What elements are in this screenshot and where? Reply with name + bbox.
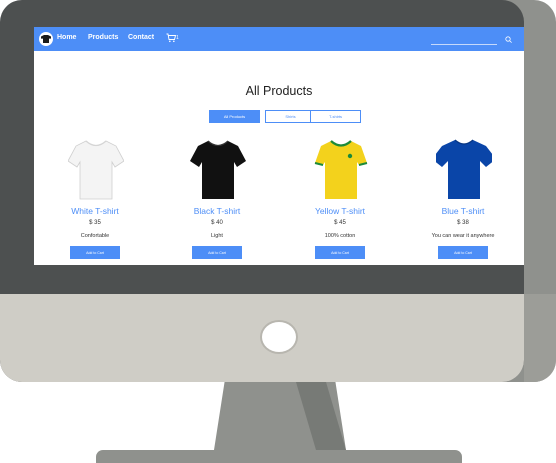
product-card: Black T-shirt $ 40 Light Add to Cart <box>162 135 272 263</box>
power-button <box>262 322 296 352</box>
navbar: Home Products Contact 1 <box>34 27 524 51</box>
cart-count-badge: 1 <box>176 35 179 41</box>
product-card: Blue T-shirt $ 38 You can wear it anywhe… <box>408 135 518 263</box>
product-card: White T-shirt $ 35 Confortable Add to Ca… <box>40 135 150 263</box>
product-name[interactable]: Blue T-shirt <box>408 206 518 216</box>
add-to-cart-button[interactable]: Add to Cart <box>70 246 120 259</box>
product-price: $ 35 <box>89 220 101 226</box>
search-underline <box>431 44 497 45</box>
product-description: You can wear it anywhere <box>431 233 495 239</box>
nav-link-contact[interactable]: Contact <box>128 34 154 41</box>
product-description: Light <box>211 233 223 239</box>
add-to-cart-button[interactable]: Add to Cart <box>438 246 488 259</box>
product-name[interactable]: Yellow T-shirt <box>285 206 395 216</box>
nav-link-products[interactable]: Products <box>88 34 118 41</box>
cart-icon[interactable] <box>166 33 176 43</box>
screen: Home Products Contact 1 All Products All… <box>34 27 524 265</box>
tshirt-logo-icon[interactable] <box>39 32 53 46</box>
monitor-stand-base <box>96 450 462 463</box>
blue-tshirt-image[interactable] <box>436 137 492 201</box>
filter-shirts-button[interactable]: Shirts <box>265 110 316 123</box>
product-price: $ 45 <box>334 220 346 226</box>
add-to-cart-button[interactable]: Add to Cart <box>315 246 365 259</box>
nav-link-home[interactable]: Home <box>57 34 76 41</box>
add-to-cart-button[interactable]: Add to Cart <box>192 246 242 259</box>
product-name[interactable]: White T-shirt <box>40 206 150 216</box>
product-name[interactable]: Black T-shirt <box>162 206 272 216</box>
page-title: All Products <box>245 84 313 98</box>
monitor-chin-shadow <box>524 294 556 382</box>
white-tshirt-image[interactable] <box>68 137 124 201</box>
product-price: $ 40 <box>211 220 223 226</box>
filter-tshirts-button[interactable]: T-shirts <box>310 110 361 123</box>
product-description: Confortable <box>80 233 110 239</box>
product-card: Yellow T-shirt $ 45 100% cotton Add to C… <box>285 135 395 263</box>
product-price: $ 38 <box>457 220 469 226</box>
black-tshirt-image[interactable] <box>190 137 246 201</box>
yellow-tshirt-image[interactable] <box>313 137 369 201</box>
product-description: 100% cotton <box>324 233 356 239</box>
search-icon[interactable] <box>505 36 512 43</box>
filter-all-products-button[interactable]: All Products <box>209 110 260 123</box>
search-input[interactable] <box>431 36 497 44</box>
